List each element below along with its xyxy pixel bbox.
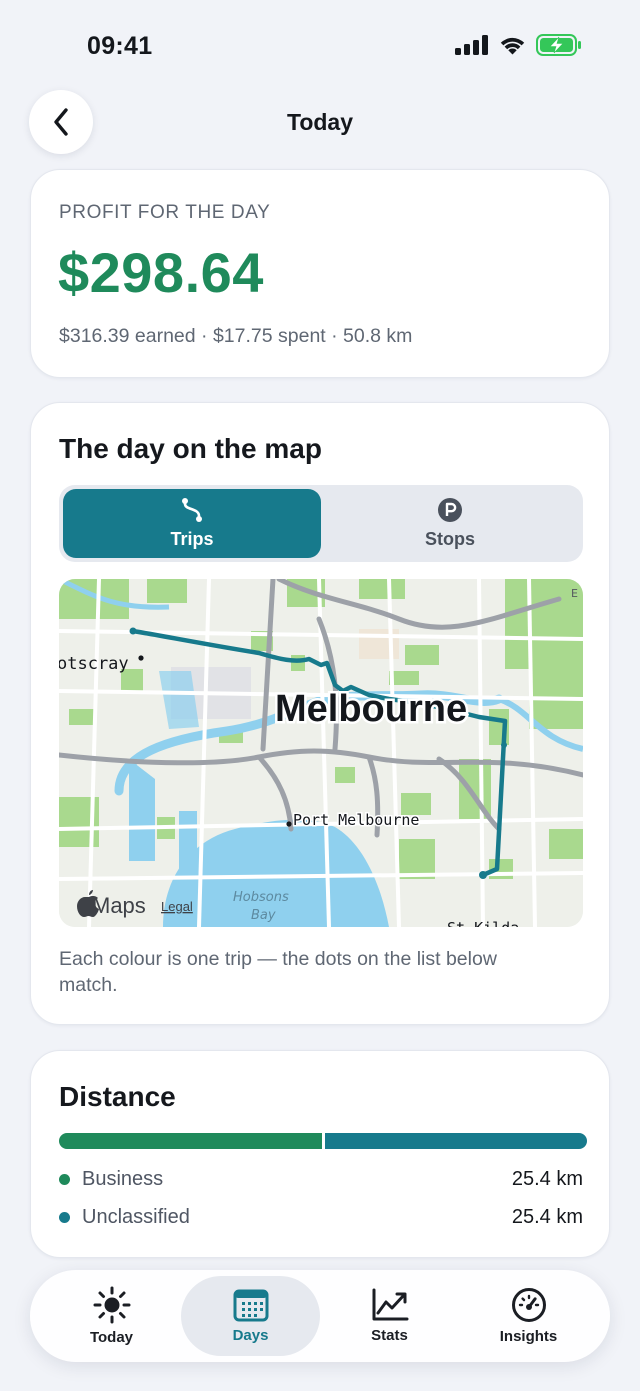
route-icon xyxy=(182,498,202,522)
tab-stats[interactable]: Stats xyxy=(320,1276,459,1356)
map-label-edge: E xyxy=(571,587,578,600)
business-dot xyxy=(59,1173,70,1185)
bottom-tab-bar: Today Days Stats Insights xyxy=(30,1270,610,1362)
tab-trips[interactable]: Trips xyxy=(63,489,321,558)
gauge-icon xyxy=(511,1288,546,1322)
distance-bar xyxy=(59,1133,587,1149)
map-canvas: otscray Melbourne Port Melbourne Hobsons… xyxy=(59,579,583,927)
distance-row-label: Unclassified xyxy=(82,1205,190,1228)
tab-insights[interactable]: Insights xyxy=(459,1276,598,1356)
distance-row-value: 25.4 km xyxy=(511,1167,583,1190)
tab-days[interactable]: Days xyxy=(181,1276,320,1356)
status-icons xyxy=(455,34,582,56)
map-label-hobsons: Hobsons xyxy=(233,890,289,905)
map-legal-link[interactable]: Legal xyxy=(161,899,193,914)
map-section-title: The day on the map xyxy=(59,433,322,464)
map-label-port-melbourne: Port Melbourne xyxy=(293,811,419,829)
map-label-stkilda: St Kilda xyxy=(447,919,519,927)
header: Today xyxy=(0,90,640,156)
map-label-melbourne: Melbourne xyxy=(275,688,467,730)
map-label-footscray: otscray xyxy=(59,654,129,674)
maps-brand: Maps xyxy=(92,893,146,918)
tab-stops[interactable]: Stops xyxy=(321,489,579,558)
calendar-icon xyxy=(233,1289,268,1322)
map-caption: Each colour is one trip — the dots on th… xyxy=(59,948,497,996)
status-bar: 09:41 xyxy=(0,0,640,92)
distance-card: Distance Business 25.4 km Unclassified 2… xyxy=(30,1050,610,1258)
distance-bar-business xyxy=(59,1133,322,1149)
status-time: 09:41 xyxy=(87,32,153,60)
map-card: The day on the map Trips Stops otscray M… xyxy=(30,402,610,1025)
tab-label: Days xyxy=(232,1327,269,1344)
signal-icon xyxy=(455,35,488,55)
page-title: Today xyxy=(286,109,354,135)
profit-card: PROFIT FOR THE DAY $298.64 $316.39 earne… xyxy=(30,169,610,378)
distance-row-unclassified: Unclassified 25.4 km xyxy=(59,1203,583,1231)
unclassified-dot xyxy=(59,1211,70,1223)
tab-label: Stats xyxy=(371,1327,408,1344)
tab-today[interactable]: Today xyxy=(42,1276,181,1356)
distance-title: Distance xyxy=(59,1081,176,1112)
profit-label: PROFIT FOR THE DAY xyxy=(59,202,271,223)
chart-icon xyxy=(372,1288,408,1321)
profit-value: $298.64 xyxy=(58,241,264,304)
map-mode-segmented-control: Trips Stops xyxy=(59,485,583,562)
battery-charging-icon xyxy=(536,34,581,56)
wifi-icon xyxy=(500,37,525,55)
sun-icon xyxy=(93,1286,130,1324)
tab-label: Insights xyxy=(499,1328,558,1345)
trip-map[interactable]: otscray Melbourne Port Melbourne Hobsons… xyxy=(59,579,583,927)
tab-stops-label: Stops xyxy=(424,529,475,549)
distance-row-business: Business 25.4 km xyxy=(59,1165,583,1193)
distance-row-label: Business xyxy=(82,1167,164,1190)
distance-row-value: 25.4 km xyxy=(511,1205,583,1228)
tab-trips-label: Trips xyxy=(170,529,214,549)
map-label-bay: Bay xyxy=(251,908,276,923)
distance-bar-unclassified xyxy=(324,1133,587,1149)
profit-summary: $316.39 earned · $17.75 spent · 50.8 km xyxy=(59,325,413,347)
tab-label: Today xyxy=(89,1329,134,1346)
parking-icon xyxy=(438,498,462,522)
